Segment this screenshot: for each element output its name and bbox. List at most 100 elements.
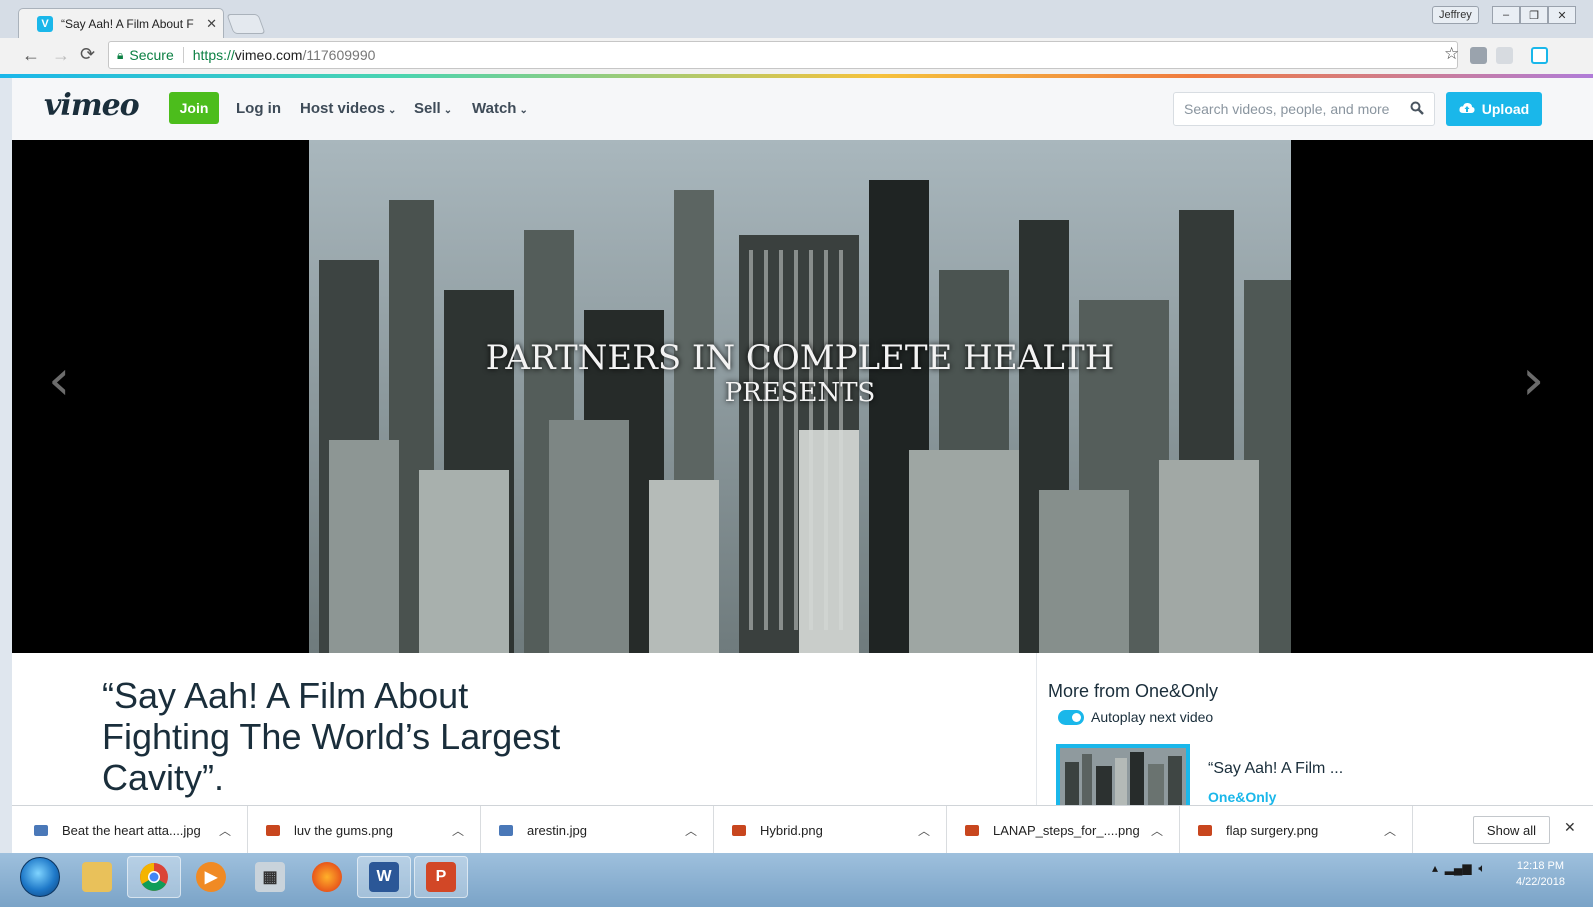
calculator-icon[interactable]: ▦	[243, 856, 297, 898]
firefox-icon[interactable]	[300, 856, 354, 898]
image-file-icon	[34, 824, 48, 836]
secure-label: Secure	[129, 47, 174, 63]
profile-button[interactable]: Jeffrey	[1432, 6, 1479, 24]
shield-extension-icon[interactable]	[1531, 47, 1548, 64]
image-file-icon	[266, 824, 280, 836]
related-video-title[interactable]: “Say Aah! A Film ...	[1208, 760, 1343, 778]
tab-title: “Say Aah! A Film About F	[61, 16, 194, 31]
play-glyph: ▶	[196, 862, 226, 892]
download-filename: Hybrid.png	[760, 822, 823, 838]
watch-menu[interactable]: Watch ⌄	[472, 100, 528, 117]
powerpoint-glyph: P	[426, 862, 456, 892]
firefox-glyph	[312, 862, 342, 892]
download-filename: LANAP_steps_for_....png	[993, 822, 1140, 838]
sell-label: Sell	[414, 100, 441, 117]
login-link[interactable]: Log in	[236, 100, 281, 117]
upload-label: Upload	[1481, 101, 1530, 117]
download-item[interactable]: flap surgery.png ︿	[1180, 806, 1413, 854]
start-button[interactable]	[20, 857, 60, 897]
back-arrow-icon[interactable]: ←	[22, 45, 40, 66]
video-info-section: “Say Aah! A Film About Fighting The Worl…	[12, 653, 1593, 805]
chevron-up-icon[interactable]: ︿	[1384, 822, 1396, 839]
cloud-upload-icon	[1459, 101, 1475, 117]
chevron-up-icon[interactable]: ︿	[452, 822, 464, 839]
media-player-icon[interactable]: ▶	[184, 856, 238, 898]
related-video-author[interactable]: One&Only	[1208, 789, 1276, 805]
host-videos-menu[interactable]: Host videos ⌄	[300, 100, 396, 117]
download-item[interactable]: luv the gums.png ︿	[248, 806, 481, 854]
upload-button[interactable]: Upload	[1446, 92, 1542, 126]
download-filename: flap surgery.png	[1226, 822, 1319, 838]
window-controls: – ❐ ✕	[1492, 6, 1576, 24]
minimize-icon[interactable]: –	[1492, 6, 1520, 24]
show-all-button[interactable]: Show all	[1473, 816, 1550, 844]
restore-icon[interactable]: ❐	[1520, 6, 1548, 24]
related-video-thumbnail[interactable]	[1056, 744, 1190, 805]
address-bar[interactable]: 🔒︎ Secure https:// vimeo.com /117609990	[108, 41, 1458, 69]
image-file-icon	[732, 824, 746, 836]
lock-icon: 🔒︎	[117, 47, 124, 62]
calculator-glyph: ▦	[255, 862, 285, 892]
download-item[interactable]: Beat the heart atta....jpg ︿	[12, 806, 248, 854]
autoplay-toggle[interactable]	[1058, 710, 1084, 725]
watch-label: Watch	[472, 100, 517, 117]
download-filename: luv the gums.png	[294, 822, 394, 838]
reload-icon[interactable]: ⟳	[80, 44, 95, 65]
video-player[interactable]: ‹ PARTNERS IN COMPLETE HEALTH PRESENTS ›	[12, 140, 1593, 653]
related-videos-sidebar: More from One&Only Autoplay next video “…	[1036, 653, 1593, 805]
clock[interactable]: 12:18 PM 4/22/2018	[1516, 858, 1565, 890]
browser-tab-strip: V “Say Aah! A Film About F ✕ Jeffrey – ❐…	[0, 0, 1593, 38]
clock-date: 4/22/2018	[1516, 876, 1565, 888]
download-item[interactable]: LANAP_steps_for_....png ︿	[947, 806, 1180, 854]
sell-menu[interactable]: Sell ⌄	[414, 100, 452, 117]
url-path: /117609990	[302, 47, 376, 63]
host-videos-label: Host videos	[300, 100, 386, 117]
chrome-logo-icon	[140, 863, 168, 891]
word-glyph: W	[369, 862, 399, 892]
folder-glyph	[82, 862, 112, 892]
powerpoint-icon[interactable]: P	[414, 856, 468, 898]
download-item[interactable]: Hybrid.png ︿	[714, 806, 947, 854]
video-frame[interactable]: PARTNERS IN COMPLETE HEALTH PRESENTS	[309, 140, 1291, 653]
extension-icon[interactable]	[1496, 47, 1513, 64]
next-arrow-icon[interactable]: ›	[1522, 348, 1544, 413]
video-overlay-subtitle: PRESENTS	[724, 378, 876, 408]
join-button[interactable]: Join	[169, 92, 219, 124]
image-file-icon	[965, 824, 979, 836]
sidebar-heading: More from One&Only	[1048, 681, 1219, 701]
window-close-icon[interactable]: ✕	[1548, 6, 1576, 24]
chevron-up-icon[interactable]: ︿	[219, 822, 231, 839]
previous-arrow-icon[interactable]: ‹	[48, 348, 70, 413]
chevron-up-icon[interactable]: ︿	[1151, 822, 1163, 839]
word-icon[interactable]: W	[357, 856, 411, 898]
video-title: “Say Aah! A Film About Fighting The Worl…	[102, 675, 561, 798]
windows-taskbar: ▶ ▦ W P ▴ ▂▄▆ 🔈︎ 12:18 PM 4/22/2018	[0, 853, 1593, 907]
browser-tab[interactable]: V “Say Aah! A Film About F ✕	[18, 8, 224, 38]
url-scheme: https://	[192, 47, 235, 63]
extension-icon[interactable]	[1470, 47, 1487, 64]
image-file-icon	[499, 824, 513, 836]
system-tray-icons[interactable]: ▴ ▂▄▆ 🔈︎	[1432, 861, 1486, 876]
bookmark-star-icon[interactable]: ☆	[1444, 44, 1459, 64]
chevron-up-icon[interactable]: ︿	[685, 822, 697, 839]
vimeo-logo[interactable]: vimeo	[44, 88, 140, 123]
explorer-icon[interactable]	[70, 856, 124, 898]
chevron-down-icon: ⌄	[388, 105, 397, 116]
chevron-down-icon: ⌄	[519, 105, 528, 116]
clock-time: 12:18 PM	[1516, 860, 1565, 872]
new-tab-button[interactable]	[226, 14, 266, 34]
address-separator	[182, 47, 184, 63]
url-host: vimeo.com	[234, 47, 303, 63]
image-file-icon	[1198, 824, 1212, 836]
forward-arrow-icon[interactable]: →	[52, 45, 70, 66]
vimeo-favicon-icon: V	[37, 15, 53, 32]
chrome-icon[interactable]	[127, 856, 181, 898]
download-item[interactable]: arestin.jpg ︿	[481, 806, 714, 854]
download-filename: arestin.jpg	[527, 822, 587, 838]
search-icon[interactable]	[1410, 101, 1424, 118]
tab-close-icon[interactable]: ✕	[206, 16, 217, 32]
search-input[interactable]: Search videos, people, and more	[1173, 92, 1435, 126]
downloads-close-icon[interactable]: ✕	[1564, 819, 1576, 836]
vimeo-header: vimeo Join Log in Host videos ⌄ Sell ⌄ Wat…	[12, 78, 1593, 140]
chevron-up-icon[interactable]: ︿	[918, 822, 930, 839]
